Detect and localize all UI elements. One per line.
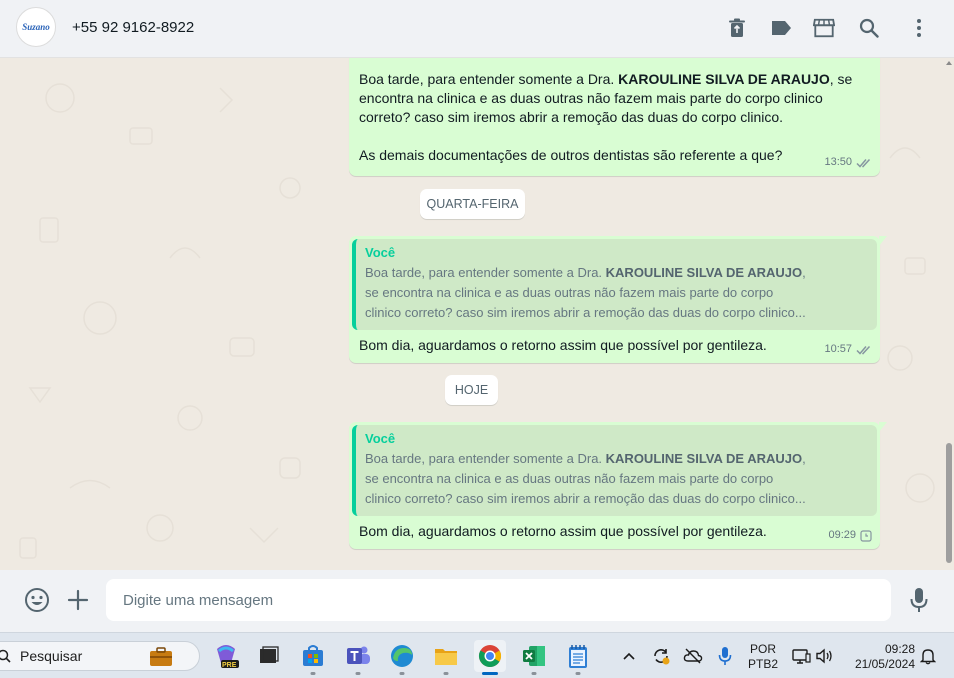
message-line: encontra na clinica e as duas outras não… <box>359 90 823 106</box>
menu-icon[interactable] <box>908 17 930 39</box>
message-line: As demais documentações de outros dentis… <box>359 147 783 163</box>
active-indicator <box>482 672 498 675</box>
store-icon[interactable] <box>813 17 835 39</box>
contact-name[interactable]: +55 92 9162-8922 <box>72 19 194 36</box>
running-indicator <box>575 672 581 675</box>
message-meta: 09:29 <box>828 526 872 545</box>
quote-line: se encontra na clinica e as duas outras … <box>365 471 774 486</box>
search-icon[interactable] <box>858 17 880 39</box>
emoji-icon[interactable] <box>24 587 50 613</box>
keyboard-layout: PTB2 <box>747 657 778 671</box>
label-icon[interactable] <box>770 17 792 39</box>
date-divider: HOJE <box>445 375 498 405</box>
running-indicator <box>443 672 449 675</box>
quoted-message[interactable]: Você Boa tarde, para entender somente a … <box>352 425 877 516</box>
trash-icon[interactable] <box>726 17 748 39</box>
excel-icon[interactable] <box>518 640 550 675</box>
microphone-icon[interactable] <box>906 587 932 613</box>
scroll-up-arrow-icon[interactable] <box>946 60 952 66</box>
bubble-tail <box>879 422 887 432</box>
message-bubble-outgoing[interactable]: Boa tarde, para entender somente a Dra. … <box>349 58 880 176</box>
microphone-tray-icon[interactable] <box>714 645 736 667</box>
date-divider: QUARTA-FEIRA <box>420 189 525 219</box>
copilot-badge: PRE <box>222 662 237 669</box>
clock-date: 21/05/2024 <box>854 657 915 671</box>
chevron-up-icon[interactable] <box>618 645 640 667</box>
task-view-icon[interactable] <box>252 640 284 672</box>
quote-line: Boa tarde, para entender somente a Dra. … <box>365 265 806 280</box>
quote-author: Você <box>365 245 396 260</box>
double-check-read-icon <box>856 158 871 168</box>
system-clock[interactable]: 09:28 21/05/2024 <box>845 642 915 672</box>
microsoft-store-icon[interactable] <box>297 640 329 675</box>
copilot-app-icon[interactable]: PRE <box>210 640 242 672</box>
quote-line: Boa tarde, para entender somente a Dra. … <box>365 451 806 466</box>
message-time: 10:57 <box>824 343 852 355</box>
windows-taskbar: Pesquisar PRE POR PTB2 09:28 21/05/2024 <box>0 632 954 678</box>
plus-icon[interactable] <box>65 587 91 613</box>
chrome-icon[interactable] <box>474 640 506 675</box>
volume-icon[interactable] <box>813 645 835 667</box>
edge-icon[interactable] <box>386 640 418 675</box>
quote-line: clinico correto? caso sim iremos abrir a… <box>365 305 806 320</box>
sync-icon[interactable] <box>650 645 672 667</box>
message-bubble-outgoing-reply[interactable]: Você Boa tarde, para entender somente a … <box>349 236 887 363</box>
briefcase-icon <box>150 647 172 666</box>
message-time: 13:50 <box>824 156 852 168</box>
quote-author: Você <box>365 431 396 446</box>
running-indicator <box>399 672 405 675</box>
teams-icon[interactable] <box>342 640 374 675</box>
search-icon <box>0 649 11 663</box>
message-bubble-outgoing-reply[interactable]: Você Boa tarde, para entender somente a … <box>349 422 887 549</box>
notepad-icon[interactable] <box>562 640 594 675</box>
network-icon[interactable] <box>790 645 812 667</box>
double-check-read-icon <box>856 345 871 355</box>
quote-line: clinico correto? caso sim iremos abrir a… <box>365 491 806 506</box>
quoted-message[interactable]: Você Boa tarde, para entender somente a … <box>352 239 877 330</box>
chat-scrollbar[interactable] <box>946 58 952 570</box>
cloud-offline-icon[interactable] <box>682 645 704 667</box>
taskbar-search[interactable]: Pesquisar <box>0 641 200 671</box>
message-input[interactable] <box>106 579 891 621</box>
message-text: Bom dia, aguardamos o retorno assim que … <box>359 337 767 353</box>
message-meta: 13:50 <box>824 153 872 172</box>
file-explorer-icon[interactable] <box>430 640 462 675</box>
language-code: POR <box>749 642 776 656</box>
running-indicator <box>355 672 361 675</box>
message-line: correto? caso sim iremos abrir a remoção… <box>359 109 784 125</box>
clock-time: 09:28 <box>884 642 915 656</box>
taskbar-search-label: Pesquisar <box>20 648 83 664</box>
running-indicator <box>310 672 316 675</box>
message-composer <box>0 570 954 632</box>
message-meta: 10:57 <box>824 340 872 359</box>
chat-header: Suzano +55 92 9162-8922 <box>0 0 954 58</box>
notification-bell-icon[interactable] <box>917 645 939 667</box>
contact-avatar[interactable]: Suzano <box>16 7 56 47</box>
pending-clock-icon <box>860 529 872 542</box>
running-indicator <box>531 672 537 675</box>
message-list[interactable]: Boa tarde, para entender somente a Dra. … <box>0 58 954 570</box>
message-text: Bom dia, aguardamos o retorno assim que … <box>359 523 767 539</box>
quote-line: se encontra na clinica e as duas outras … <box>365 285 774 300</box>
message-line: Boa tarde, para entender somente a Dra. … <box>359 71 853 87</box>
scroll-thumb[interactable] <box>946 443 952 563</box>
avatar-logo-text: Suzano <box>22 22 50 32</box>
message-time: 09:29 <box>828 529 856 541</box>
input-language-indicator[interactable]: POR PTB2 <box>745 642 781 672</box>
bubble-tail <box>879 236 887 246</box>
